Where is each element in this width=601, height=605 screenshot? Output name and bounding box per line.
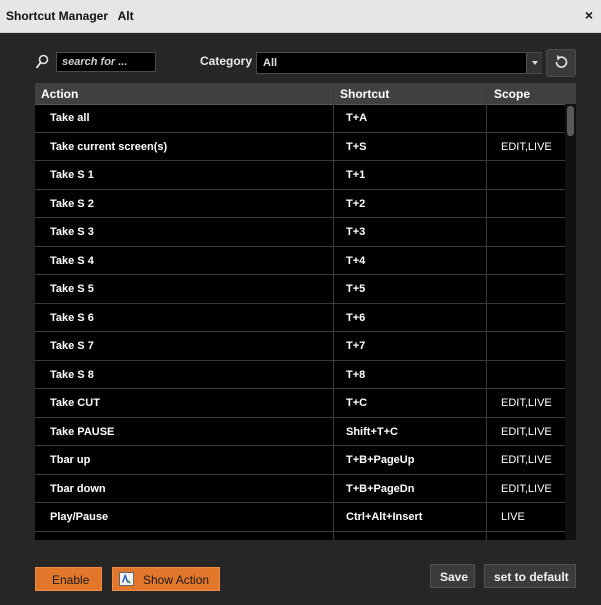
action-cell: Take current screen(s) (50, 140, 168, 153)
action-cell: Take all (50, 112, 90, 124)
close-icon[interactable]: × (585, 7, 593, 23)
shortcut-cell: T+7 (346, 340, 366, 352)
shortcut-cell: T+5 (346, 283, 366, 295)
set-to-default-button-label: set to default (494, 570, 569, 584)
action-cell: Take S 4 (50, 254, 94, 267)
action-cell: Play/Pause (50, 511, 109, 523)
footer-bar: Enable Show Action Save set to default (0, 540, 601, 605)
shortcut-manager-window: Shortcut Manager Alt × search for ... Ca… (0, 0, 601, 605)
column-header-action[interactable]: Action (41, 87, 78, 101)
action-cell: Take S 1 (50, 169, 94, 181)
shortcut-cell: T+B+PageDn (346, 482, 415, 495)
enable-button[interactable]: Enable (35, 567, 102, 591)
save-button[interactable]: Save (430, 564, 475, 588)
scope-cell: EDIT,LIVE (501, 140, 552, 153)
shortcut-cell: T+C (346, 397, 368, 409)
shortcut-table: Action Shortcut Scope Take all T+A Take cu… (35, 83, 576, 540)
shortcut-cell: T+2 (346, 197, 366, 210)
action-cell: Take PAUSE (50, 425, 115, 438)
column-header-shortcut[interactable]: Shortcut (340, 87, 389, 101)
shortcut-cell: T+B+PageUp (346, 454, 415, 466)
column-divider (333, 83, 334, 540)
set-to-default-button[interactable]: set to default (484, 564, 576, 588)
enable-button-label: Enable (52, 573, 90, 587)
shortcut-cell: T+1 (346, 169, 366, 181)
scope-cell: EDIT,LIVE (501, 454, 552, 466)
shortcut-cell: Shift+T+C (346, 425, 398, 438)
show-action-button-label: Show Action (143, 573, 210, 587)
shortcut-cell: T+A (346, 112, 368, 124)
shortcut-cell: T+6 (346, 311, 366, 324)
scrollbar-thumb[interactable] (567, 106, 574, 136)
shortcut-cell: T+8 (346, 368, 366, 381)
search-input[interactable]: search for ... (56, 52, 156, 72)
action-cell: Take CUT (50, 397, 100, 409)
show-action-icon (119, 572, 134, 586)
scope-cell: EDIT,LIVE (501, 397, 552, 409)
search-icon (35, 54, 49, 69)
action-cell: Take S 7 (50, 340, 94, 352)
action-cell: Tbar up (50, 454, 91, 466)
action-cell: Take S 8 (50, 368, 94, 381)
scope-cell: LIVE (501, 511, 525, 523)
category-label: Category (200, 54, 253, 68)
action-cell: Take S 2 (50, 197, 94, 210)
save-button-label: Save (440, 570, 469, 584)
show-action-button[interactable]: Show Action (112, 567, 220, 591)
reset-icon (555, 55, 568, 68)
dropdown-arrow-icon[interactable] (526, 53, 542, 73)
category-select[interactable]: All (256, 52, 542, 74)
shortcut-cell: T+3 (346, 226, 366, 238)
window-title: Shortcut Manager Alt (6, 9, 134, 23)
shortcut-cell: T+4 (346, 254, 366, 267)
column-divider (486, 83, 487, 540)
action-cell: Take S 6 (50, 311, 94, 324)
action-cell: Take S 3 (50, 226, 94, 238)
title-bar: Shortcut Manager Alt × (0, 0, 601, 33)
column-header-scope[interactable]: Scope (494, 87, 530, 101)
action-cell: Take S 5 (50, 283, 94, 295)
filter-bar: search for ... Category All (0, 33, 601, 83)
shortcut-cell: T+S (346, 140, 367, 153)
scope-cell: EDIT,LIVE (501, 425, 552, 438)
action-cell: Tbar down (50, 482, 106, 495)
table-scrollbar[interactable] (565, 104, 576, 540)
shortcut-cell: Ctrl+Alt+Insert (346, 511, 423, 523)
reset-button[interactable] (546, 49, 576, 77)
table-header: Action Shortcut Scope (35, 83, 576, 105)
scope-cell: EDIT,LIVE (501, 482, 552, 495)
